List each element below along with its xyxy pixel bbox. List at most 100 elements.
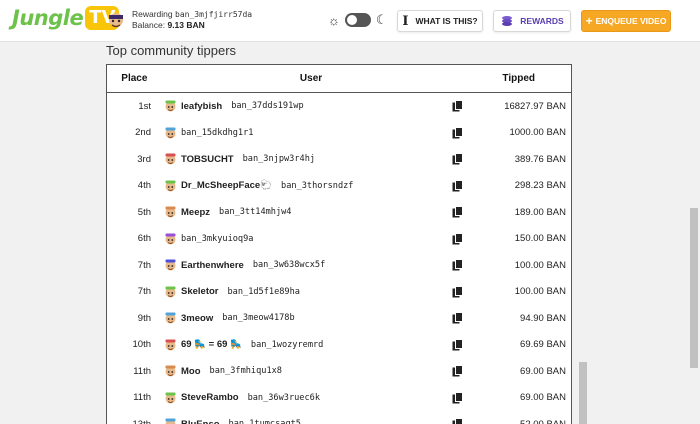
row-amount: 298.23 BAN [514,180,566,192]
page-scrollbar-thumb[interactable] [690,208,698,368]
table-row: 10th 69 🛼 = 69 🛼 ban_1wozyremrd 69.69 BA… [107,332,571,359]
monkey-avatar-icon [165,339,176,350]
copy-icon[interactable] [452,391,463,404]
row-place: 4th [137,180,151,192]
logo-word: Jungle [12,6,84,30]
monkey-avatar-icon [165,206,176,218]
header-place: Place [121,73,148,84]
table-row: 1st leafybish ban_37dds191wp 16827.97 BA… [107,93,571,120]
monkey-avatar-icon [165,312,176,324]
row-amount: 69.69 BAN [520,339,566,351]
table-row: 7th Earthenwhere ban_3w638wcx5f 100.00 B… [107,252,571,279]
row-address: ban_1wozyremrd [250,339,324,350]
copy-icon[interactable] [452,232,463,245]
row-user[interactable]: ban_3mkyuioq9a [181,234,253,244]
row-user[interactable]: 69 🛼 = 69 🛼 ban_1wozyremrd [181,339,323,350]
row-username: SteveRambo [181,392,239,404]
row-address: ban_3tt14mhjw4 [219,207,292,218]
copy-icon[interactable] [452,126,463,139]
dark-mode-switch[interactable] [344,13,371,27]
monkey-avatar-icon [165,100,176,112]
jungletv-logo[interactable]: Jungle TV [12,6,120,30]
row-username: Moo [181,365,201,377]
copy-icon[interactable] [452,206,463,218]
row-username: BluEnso [181,419,220,424]
row-amount: 100.00 BAN [514,259,566,271]
monkey-avatar-icon [165,286,176,297]
copy-icon[interactable] [452,259,463,271]
header-user: User [299,73,323,84]
row-address: ban_3njpw3r4hj [242,154,316,165]
copy-icon[interactable] [452,100,463,112]
table-body: 1st leafybish ban_37dds191wp 16827.97 BA… [107,93,571,424]
switch-knob [346,15,357,25]
plus-icon: + [585,14,593,28]
copy-icon[interactable] [452,418,463,424]
copy-icon[interactable] [452,365,463,377]
sun-icon: ☼ [328,12,340,28]
table-row: 6th ban_3mkyuioq9a 150.00 BAN [107,226,571,253]
row-amount: 52.00 BAN [466,419,566,424]
row-amount: 16827.97 BAN [504,100,566,112]
monkey-avatar-icon [165,180,176,191]
row-address: ban_3fmhiqu1x8 [209,366,282,377]
row-username: 3meow [181,312,214,324]
row-user[interactable]: BluEnso ban_1tumcsaqt5 [181,419,301,424]
row-amount: 94.90 BAN [520,312,566,324]
row-amount: 69.00 BAN [520,392,566,404]
copy-icon[interactable] [452,285,463,298]
row-user[interactable]: 3meow ban_3meow4178b [181,313,295,324]
row-amount: 100.00 BAN [514,286,566,298]
info-icon: i [402,13,409,29]
row-amount: 69.00 BAN [520,365,566,377]
copy-icon[interactable] [452,338,463,351]
coins-icon [502,16,513,26]
monkey-avatar-icon [165,127,176,138]
table-row: 7th Skeletor ban_1d5f1e89ha 100.00 BAN [107,279,571,306]
copy-icon[interactable] [452,179,463,192]
row-user[interactable]: ban_15dkdhg1r1 [181,128,253,138]
copy-icon[interactable] [452,312,463,324]
top-header: Jungle TV Rewarding ban_3mjfjirr57da Bal… [0,0,700,42]
row-place: 6th [137,233,151,245]
row-user[interactable]: Dr_McSheepFace🐑 ban_3thorsndzf [181,180,353,191]
row-user[interactable]: Skeletor ban_1d5f1e89ha [181,286,300,297]
rewarding-text: Rewarding ban_3mjfjirr57da Balance: 9.13… [132,9,252,31]
row-address: ban_3mkyuioq9a [181,233,254,244]
row-place: 11th [133,365,151,377]
monkey-avatar-icon [109,13,123,28]
moon-icon: ☾ [375,12,388,27]
row-username: Skeletor [181,286,219,298]
row-user[interactable]: Earthenwhere ban_3w638wcx5f [181,260,325,271]
what-is-this-button[interactable]: i WHAT IS THIS? [397,10,483,32]
page-scrollbar[interactable] [688,42,700,424]
row-user[interactable]: SteveRambo ban_36w3ruec6k [181,392,320,403]
enqueue-video-label: ENQUEUE VIDEO [595,16,667,26]
row-username: TOBSUCHT [181,153,234,165]
balance-label: Balance: [132,20,166,30]
rewards-button[interactable]: REWARDS [493,10,571,32]
copy-icon[interactable] [452,153,463,165]
rewarding-prefix: Rewarding [132,9,173,19]
inner-scrollbar-thumb[interactable] [579,362,587,424]
row-user[interactable]: leafybish ban_37dds191wp [181,101,304,112]
row-place: 10th [132,339,152,351]
header-tipped: Tipped [502,73,536,84]
row-amount: 189.00 BAN [514,206,566,218]
row-username: 69 🛼 = 69 🛼 [181,339,242,351]
row-user[interactable]: Meepz ban_3tt14mhjw4 [181,207,291,218]
row-user[interactable]: TOBSUCHT ban_3njpw3r4hj [181,154,315,165]
table-row: 11th Moo ban_3fmhiqu1x8 69.00 BAN [107,358,571,385]
row-place: 2nd [135,127,151,139]
monkey-avatar-icon [165,153,176,165]
rewarding-info[interactable]: Rewarding ban_3mjfjirr57da Balance: 9.13… [106,9,252,31]
row-place: 9th [137,312,151,324]
row-user[interactable]: Moo ban_3fmhiqu1x8 [181,366,282,377]
monkey-avatar-icon [165,365,176,377]
monkey-avatar-icon [165,259,176,271]
rewarding-address: ban_3mjfjirr57da [175,10,253,19]
what-is-this-label: WHAT IS THIS? [415,16,478,26]
enqueue-video-button[interactable]: + ENQUEUE VIDEO [581,10,671,32]
tippers-table: Place User Tipped 1st leafybish ban_37dd… [106,64,572,424]
theme-toggle[interactable]: ☼ ☾ [328,12,388,28]
